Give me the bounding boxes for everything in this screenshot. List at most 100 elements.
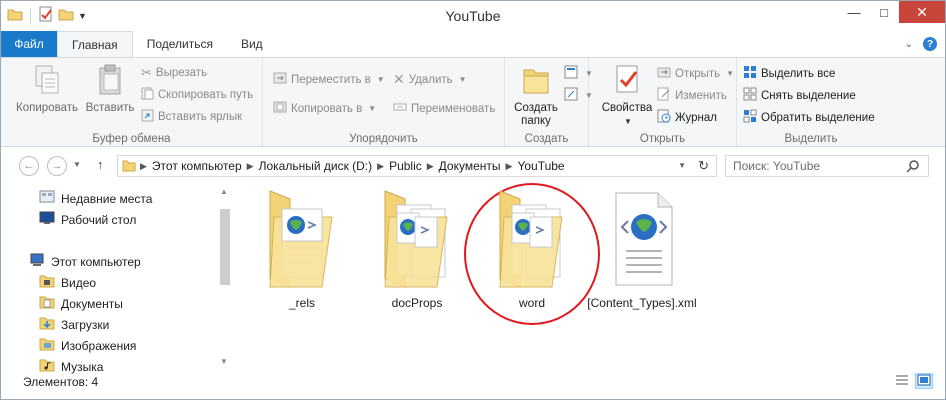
nav-item-label: Этот компьютер	[51, 254, 141, 269]
open-label: Открыть	[675, 67, 721, 80]
chevron-right-icon: ▶	[140, 160, 147, 171]
select-all-button[interactable]: Выделить все	[743, 65, 835, 82]
paste-label: Вставить	[85, 102, 135, 114]
history-icon	[657, 109, 671, 126]
window-controls: — □ ✕	[839, 1, 945, 23]
select-none-button[interactable]: Снять выделение	[743, 87, 856, 104]
breadcrumb-documents[interactable]: Документы	[434, 159, 506, 173]
properties-label: Свойства	[601, 102, 653, 114]
help-icon[interactable]: ?	[923, 37, 937, 51]
edit-icon	[657, 87, 671, 104]
tab-share[interactable]: Поделиться	[133, 31, 227, 57]
breadcrumb-youtube[interactable]: YouTube	[512, 159, 569, 173]
copy-icon	[32, 64, 62, 99]
nav-item-videos[interactable]: Видео	[39, 273, 96, 292]
select-all-icon	[743, 65, 757, 82]
large-icons-view-icon	[917, 374, 931, 389]
open-button[interactable]: Открыть ▼	[657, 65, 734, 82]
properties-icon	[612, 64, 642, 99]
nav-item-documents[interactable]: Документы	[39, 294, 123, 313]
arrow-left-icon: ←	[23, 160, 35, 172]
organize-group-label: Упорядочить	[349, 133, 418, 145]
nav-item-recent[interactable]: Недавние места	[39, 189, 152, 208]
breadcrumb-this-pc[interactable]: Этот компьютер	[147, 159, 247, 173]
delete-button[interactable]: ✕ Удалить ▼	[393, 71, 467, 88]
new-folder-button[interactable]: Создать папку	[511, 64, 561, 128]
file-item-content-types[interactable]: [Content_Types].xml	[587, 187, 697, 310]
new-item-icon	[563, 64, 579, 83]
chevron-down-icon[interactable]: ⌄	[905, 39, 913, 50]
navigation-bar: ← → ▼ ↑ ▶ Этот компьютер ▶ Локальный дис…	[1, 151, 945, 181]
open-icon	[657, 65, 671, 82]
select-none-icon	[743, 87, 757, 104]
explorer-window: ▼ YouTube — □ ✕ Файл Главная Поделиться …	[0, 0, 946, 400]
paste-icon	[95, 64, 125, 99]
chevron-right-icon: ▶	[426, 160, 434, 171]
scrollbar-thumb[interactable]	[220, 209, 230, 285]
create-group: Создать папку ▼ ▼ Создать	[505, 58, 593, 148]
nav-item-desktop[interactable]: Рабочий стол	[39, 210, 136, 229]
paste-button[interactable]: Вставить	[83, 64, 137, 115]
nav-item-label: Видео	[61, 275, 97, 290]
file-name: [Content_Types].xml	[587, 296, 697, 310]
minimize-button[interactable]: —	[839, 1, 869, 23]
breadcrumb-public[interactable]: Public	[384, 159, 427, 173]
delete-label: Удалить	[408, 73, 453, 86]
history-button[interactable]: Журнал	[657, 109, 717, 126]
scroll-down-arrow[interactable]: ▼	[220, 357, 228, 366]
properties-button[interactable]: Свойства ▼	[599, 64, 655, 126]
status-items-count: Элементов: 4	[23, 375, 99, 389]
nav-item-label: Загрузки	[61, 317, 110, 332]
delete-x-icon: ✕	[393, 71, 405, 87]
file-name: _rels	[288, 296, 315, 310]
nav-item-pictures[interactable]: Изображения	[39, 336, 136, 355]
move-to-button[interactable]: Переместить в ▼	[273, 71, 385, 88]
chevron-down-icon: ▼	[458, 75, 467, 84]
address-dropdown[interactable]: ▼	[678, 161, 686, 170]
copy-path-label: Скопировать путь	[158, 89, 254, 101]
address-bar[interactable]: ▶ Этот компьютер ▶ Локальный диск (D:) ▶…	[117, 155, 717, 177]
window-title: YouTube	[445, 8, 501, 24]
nav-item-downloads[interactable]: Загрузки	[39, 315, 109, 334]
copy-to-button[interactable]: Копировать в ▼	[273, 100, 376, 117]
copy-button[interactable]: Копировать	[13, 64, 81, 115]
up-button[interactable]: ↑	[97, 157, 104, 172]
breadcrumb-local-disk[interactable]: Локальный диск (D:)	[254, 159, 378, 173]
search-input[interactable]: Поиск: YouTube	[733, 159, 820, 173]
file-item-rels[interactable]: _rels	[247, 187, 357, 310]
pictures-folder-icon	[39, 336, 55, 355]
downloads-folder-icon	[39, 315, 55, 334]
chevron-right-icon: ▶	[377, 160, 385, 171]
details-view-button[interactable]	[893, 373, 911, 389]
cut-button[interactable]: ✂ Вырезать	[141, 65, 207, 81]
folder-with-document-icon	[490, 187, 574, 294]
open-group: Свойства ▼ Открыть ▼ Изменить Журнал Отк…	[589, 58, 737, 148]
new-folder-label-2: папку	[521, 115, 551, 127]
tab-home[interactable]: Главная	[57, 31, 133, 57]
invert-selection-button[interactable]: Обратить выделение	[743, 109, 875, 126]
copy-path-button[interactable]: Скопировать путь	[141, 87, 253, 103]
file-item-word[interactable]: word	[477, 187, 587, 310]
large-icons-view-button[interactable]	[915, 373, 933, 389]
file-item-docprops[interactable]: docProps	[362, 187, 472, 310]
select-all-label: Выделить все	[761, 67, 836, 80]
tab-view[interactable]: Вид	[227, 31, 277, 57]
navpane-scrollbar[interactable]: ▲ ▼	[217, 187, 233, 372]
create-group-label: Создать	[524, 133, 569, 145]
close-button[interactable]: ✕	[899, 1, 945, 23]
edit-button[interactable]: Изменить	[657, 87, 727, 104]
refresh-icon[interactable]: ↻	[698, 158, 709, 174]
nav-item-label: Недавние места	[61, 191, 153, 206]
chevron-right-icon: ▶	[246, 160, 254, 171]
maximize-button[interactable]: □	[869, 1, 899, 23]
paste-shortcut-button[interactable]: Вставить ярлык	[141, 109, 242, 125]
tab-file[interactable]: Файл	[1, 31, 57, 57]
rename-button[interactable]: Переименовать	[393, 100, 495, 117]
scroll-up-arrow[interactable]: ▲	[220, 187, 228, 196]
recent-locations-dropdown[interactable]: ▼	[73, 160, 81, 169]
back-button[interactable]: ←	[19, 156, 39, 176]
forward-button[interactable]: →	[47, 156, 67, 176]
search-box[interactable]: Поиск: YouTube	[725, 155, 929, 177]
edit-label: Изменить	[675, 89, 727, 102]
nav-item-this-pc[interactable]: Этот компьютер	[29, 252, 141, 271]
